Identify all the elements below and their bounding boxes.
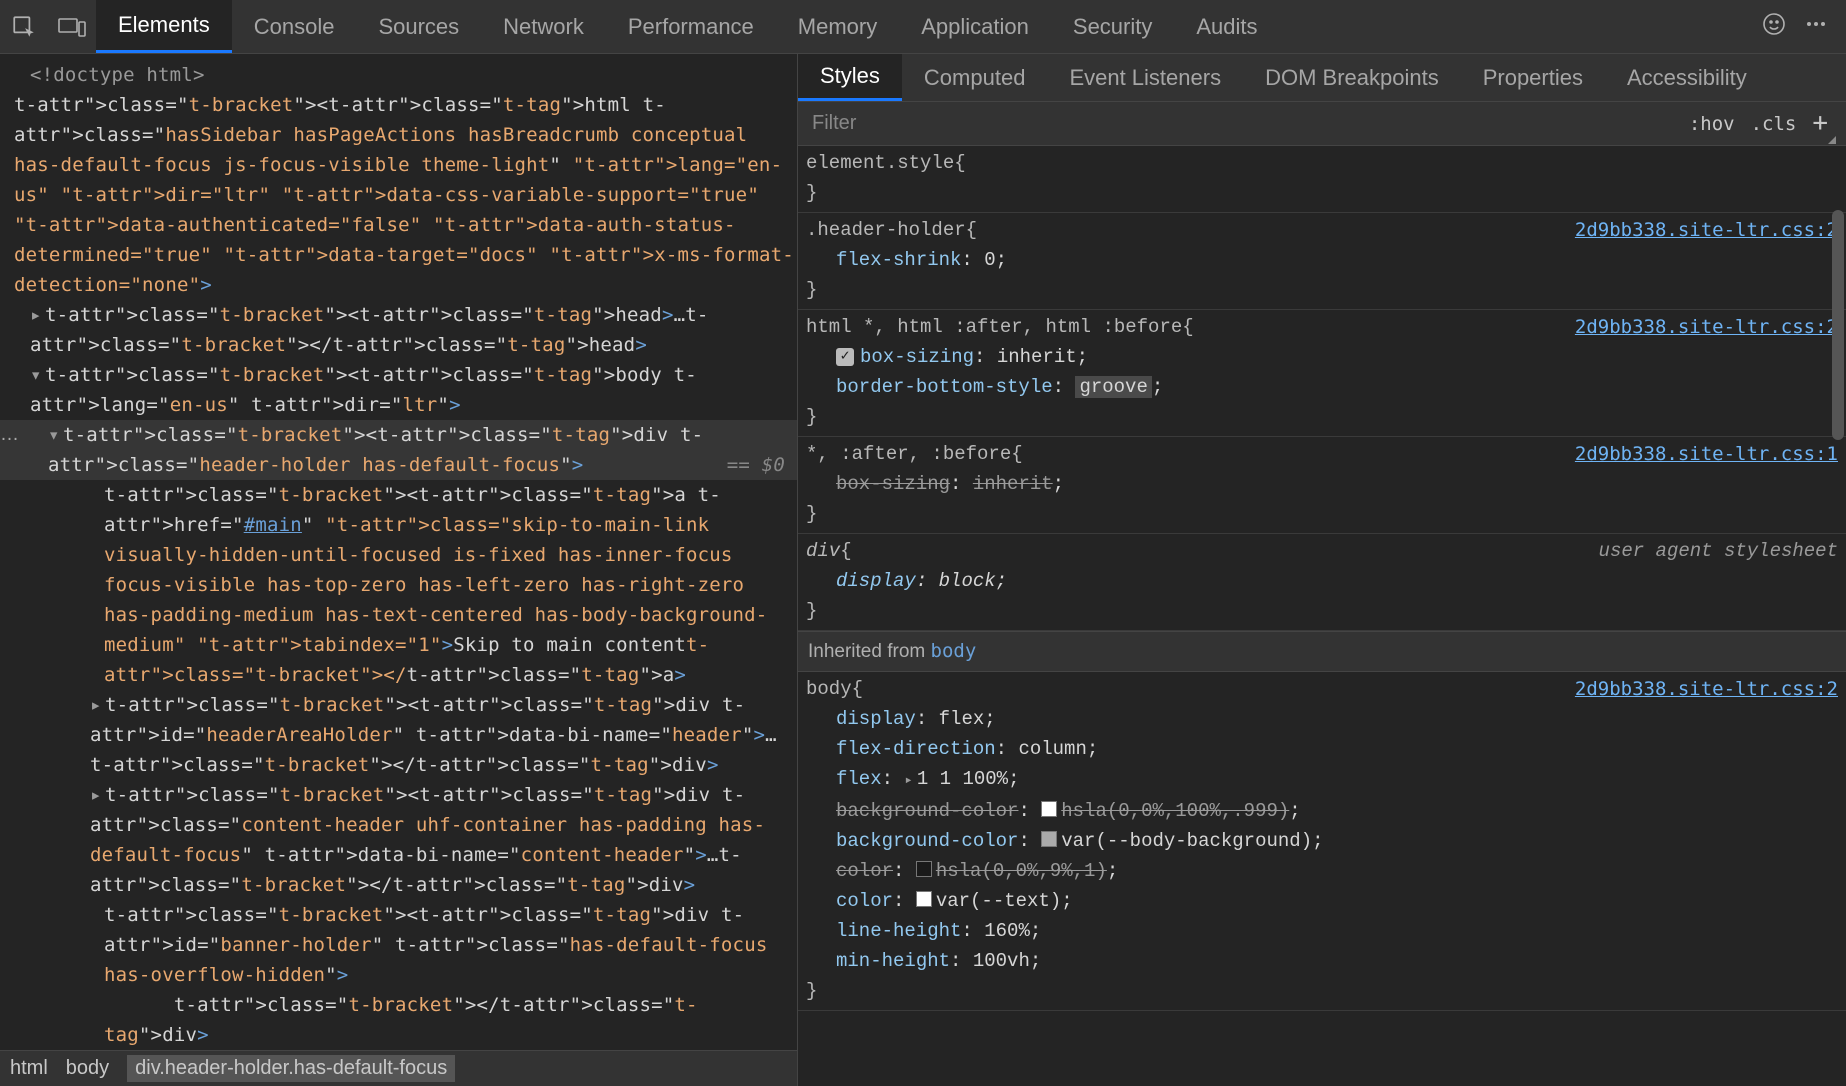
inherited-from-bar: Inherited from body xyxy=(798,631,1846,672)
subtab-accessibility[interactable]: Accessibility xyxy=(1605,54,1769,101)
more-menu-icon[interactable] xyxy=(1804,12,1828,42)
dom-breadcrumb: html body div.header-holder.has-default-fo… xyxy=(0,1050,797,1086)
css-property[interactable]: ✓box-sizing: inherit; xyxy=(806,342,1838,372)
device-toolbar-icon[interactable] xyxy=(48,0,96,54)
styles-filter-input[interactable] xyxy=(798,112,1689,135)
dom-node[interactable]: t-attr">class="t-bracket"></t-attr">clas… xyxy=(0,990,797,1050)
style-rule[interactable]: *, :after, :before {2d9bb338.site-ltr.cs… xyxy=(798,437,1846,534)
breadcrumb-item[interactable]: div.header-holder.has-default-focus xyxy=(127,1055,455,1082)
tab-memory[interactable]: Memory xyxy=(776,0,899,53)
dom-node[interactable]: t-attr">class="t-bracket"><t-attr">class… xyxy=(0,90,797,300)
color-swatch[interactable] xyxy=(916,861,932,877)
subtab-event-listeners[interactable]: Event Listeners xyxy=(1047,54,1243,101)
tab-performance[interactable]: Performance xyxy=(606,0,776,53)
dom-tree[interactable]: <!doctype html>t-attr">class="t-bracket"… xyxy=(0,54,797,1050)
source-link[interactable]: 2d9bb338.site-ltr.css:1 xyxy=(1575,439,1838,469)
source-link[interactable]: 2d9bb338.site-ltr.css:2 xyxy=(1575,674,1838,704)
main-split: <!doctype html>t-attr">class="t-bracket"… xyxy=(0,54,1846,1086)
tab-sources[interactable]: Sources xyxy=(356,0,481,53)
dom-node[interactable]: ▸t-attr">class="t-bracket"><t-attr">clas… xyxy=(0,300,797,360)
style-rule[interactable]: element.style {} xyxy=(798,146,1846,213)
color-swatch[interactable] xyxy=(1041,831,1057,847)
feedback-icon[interactable] xyxy=(1762,12,1786,42)
subtab-properties[interactable]: Properties xyxy=(1461,54,1605,101)
style-rule[interactable]: .header-holder {2d9bb338.site-ltr.css:2f… xyxy=(798,213,1846,310)
css-property[interactable]: border-bottom-style: groove; xyxy=(806,372,1838,402)
dom-node[interactable]: ▾t-attr">class="t-bracket"><t-attr">clas… xyxy=(0,360,797,420)
source-link[interactable]: 2d9bb338.site-ltr.css:2 xyxy=(1575,312,1838,342)
dom-node[interactable]: <!doctype html> xyxy=(0,60,797,90)
css-property[interactable]: background-color: hsla(0,0%,100%,.999); xyxy=(806,796,1838,826)
tab-elements[interactable]: Elements xyxy=(96,0,232,53)
styles-sub-tabs: StylesComputedEvent ListenersDOM Breakpo… xyxy=(798,54,1846,102)
subtab-dom-breakpoints[interactable]: DOM Breakpoints xyxy=(1243,54,1461,101)
style-rule[interactable]: div {user agent stylesheetdisplay: block… xyxy=(798,534,1846,631)
css-property[interactable]: color: hsla(0,0%,9%,1); xyxy=(806,856,1838,886)
dom-node[interactable]: t-attr">class="t-bracket"><t-attr">class… xyxy=(0,480,797,690)
source-link[interactable]: 2d9bb338.site-ltr.css:2 xyxy=(1575,215,1838,245)
hov-toggle[interactable]: :hov xyxy=(1689,113,1735,135)
dom-node[interactable]: ▸t-attr">class="t-bracket"><t-attr">clas… xyxy=(0,690,797,780)
main-tabs: ElementsConsoleSourcesNetworkPerformance… xyxy=(96,0,1280,53)
css-property[interactable]: color: var(--text); xyxy=(806,886,1838,916)
css-property[interactable]: min-height: 100vh; xyxy=(806,946,1838,976)
dom-node[interactable]: …▾t-attr">class="t-bracket"><t-attr">cla… xyxy=(0,420,797,480)
cls-toggle[interactable]: .cls xyxy=(1751,113,1797,135)
inspect-element-icon[interactable] xyxy=(0,0,48,54)
css-property[interactable]: display: block; xyxy=(806,566,1838,596)
style-rule[interactable]: html *, html :after, html :before {2d9bb… xyxy=(798,310,1846,437)
styles-filter-bar: :hov .cls + xyxy=(798,102,1846,146)
css-property[interactable]: background-color: var(--body-background)… xyxy=(806,826,1838,856)
dom-node[interactable]: t-attr">class="t-bracket"><t-attr">class… xyxy=(0,900,797,990)
breadcrumb-item[interactable]: body xyxy=(66,1057,109,1080)
tab-security[interactable]: Security xyxy=(1051,0,1174,53)
breadcrumb-item[interactable]: html xyxy=(10,1057,48,1080)
scrollbar-thumb[interactable] xyxy=(1832,210,1844,440)
css-property[interactable]: flex-direction: column; xyxy=(806,734,1838,764)
tab-console[interactable]: Console xyxy=(232,0,357,53)
css-property[interactable]: flex: 1 1 100%; xyxy=(806,764,1838,796)
css-property[interactable]: line-height: 160%; xyxy=(806,916,1838,946)
css-property[interactable]: box-sizing: inherit; xyxy=(806,469,1838,499)
ua-label: user agent stylesheet xyxy=(1599,536,1838,566)
property-checkbox[interactable]: ✓ xyxy=(836,348,854,366)
style-rule[interactable]: body {2d9bb338.site-ltr.css:2display: fl… xyxy=(798,672,1846,1011)
dom-node[interactable]: ▸t-attr">class="t-bracket"><t-attr">clas… xyxy=(0,780,797,900)
color-swatch[interactable] xyxy=(916,891,932,907)
tab-application[interactable]: Application xyxy=(899,0,1051,53)
tab-network[interactable]: Network xyxy=(481,0,606,53)
subtab-computed[interactable]: Computed xyxy=(902,54,1048,101)
css-property[interactable]: flex-shrink: 0; xyxy=(806,245,1838,275)
color-swatch[interactable] xyxy=(1041,801,1057,817)
new-style-rule-icon[interactable]: + xyxy=(1812,108,1828,138)
elements-panel: <!doctype html>t-attr">class="t-bracket"… xyxy=(0,54,798,1086)
styles-panel: StylesComputedEvent ListenersDOM Breakpo… xyxy=(798,54,1846,1086)
style-rules: element.style {}.header-holder {2d9bb338… xyxy=(798,146,1846,1086)
subtab-styles[interactable]: Styles xyxy=(798,54,902,101)
css-property[interactable]: display: flex; xyxy=(806,704,1838,734)
tab-audits[interactable]: Audits xyxy=(1174,0,1279,53)
devtools-toolbar: ElementsConsoleSourcesNetworkPerformance… xyxy=(0,0,1846,54)
